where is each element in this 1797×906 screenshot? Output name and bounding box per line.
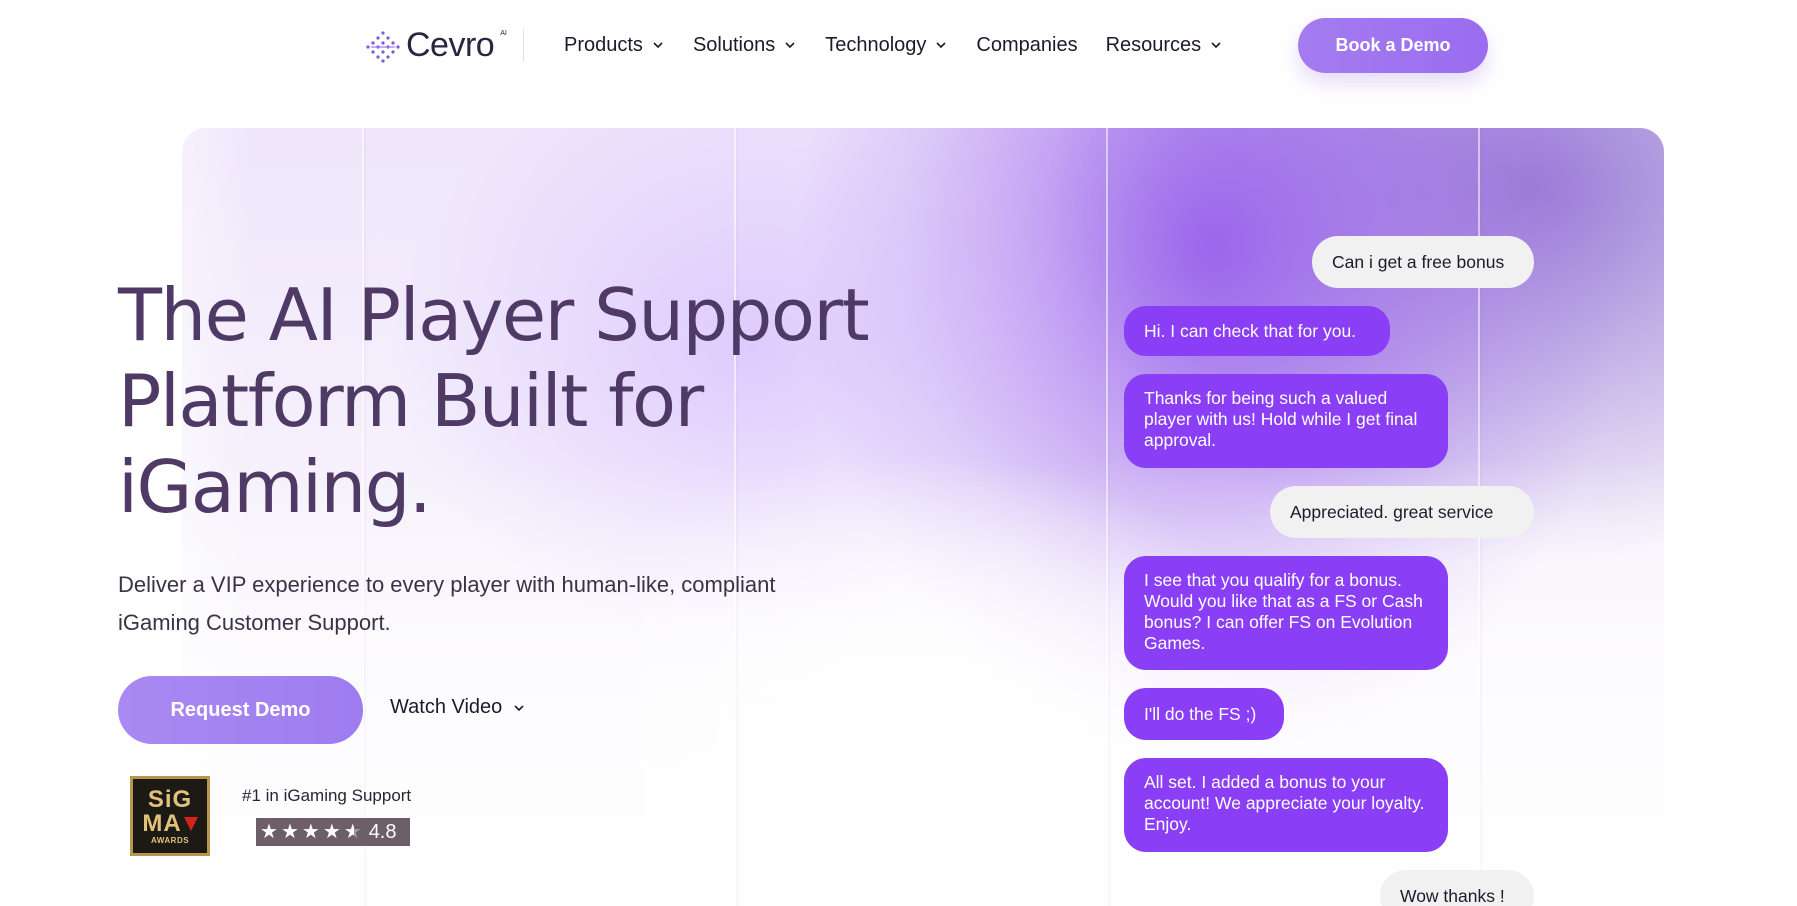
nav-item-solutions[interactable]: Solutions [693, 30, 797, 60]
book-demo-button[interactable]: Book a Demo [1298, 18, 1488, 73]
award-text: AWARDS [150, 835, 190, 845]
chevron-down-icon [514, 704, 524, 711]
nav-divider [523, 28, 524, 62]
award-text: MA [142, 809, 198, 837]
headline-line: Platform Built for [118, 359, 704, 443]
star-icon: ★ [301, 821, 320, 843]
logo-text: Cevro [406, 26, 495, 64]
star-icon: ★ [322, 821, 341, 843]
award-text-ma: MA [142, 809, 182, 837]
headline-line: The AI Player Support [118, 273, 870, 357]
award-red-mark [183, 817, 198, 832]
chat-bubble-user: Wow thanks ! [1380, 870, 1534, 906]
star-icon: ★ [260, 821, 278, 843]
hero-headline: The AI Player Support Platform Built for… [118, 272, 878, 530]
nav-item-companies[interactable]: Companies [976, 30, 1077, 60]
watch-video-button[interactable]: Watch Video [390, 696, 526, 719]
half-star-icon: ★ [343, 821, 362, 843]
chat-bubble-bot: I see that you qualify for a bonus. Woul… [1124, 556, 1448, 670]
top-nav: Cevro AI Products Solutions Technology C… [0, 0, 1797, 90]
nav-item-products[interactable]: Products [564, 30, 665, 60]
watch-video-label: Watch Video [390, 696, 503, 718]
hero-subtext: Deliver a VIP experience to every player… [118, 566, 858, 642]
award-rank-text: #1 in iGaming Support [242, 786, 412, 805]
chevron-down-icon [653, 42, 663, 49]
nav-item-technology[interactable]: Technology [825, 30, 948, 60]
rating-value: 4.8 [368, 820, 397, 843]
award-text: SiG [147, 785, 193, 813]
chevron-down-icon [936, 42, 946, 49]
chat-bubble-bot: Thanks for being such a valued player wi… [1124, 374, 1448, 468]
nav-item-resources[interactable]: Resources [1106, 30, 1224, 60]
sigma-awards-logo: SiG MA AWARDS [130, 776, 210, 856]
subtext-line: iGaming Customer Support. [118, 610, 391, 635]
chat-bubble-user: Appreciated. great service [1270, 486, 1534, 538]
chat-bubble-bot: All set. I added a bonus to your account… [1124, 758, 1448, 852]
chevron-down-icon [1211, 42, 1221, 49]
star-icon: ★ [280, 821, 299, 843]
chat-bubble-bot: Hi. I can check that for you. [1124, 306, 1390, 356]
logo-trademark: AI [500, 30, 507, 37]
cevro-logo-icon [366, 30, 400, 63]
chat-bubble-bot: I'll do the FS ;) [1124, 688, 1284, 740]
subtext-line: Deliver a VIP experience to every player… [118, 572, 776, 597]
nav-item-label: Solutions [692, 33, 776, 56]
nav-item-label: Resources [1105, 33, 1202, 56]
nav-item-label: Technology [825, 33, 927, 56]
nav-menu: Products Solutions Technology Companies … [564, 30, 1251, 60]
rating-badge: ★ ★ ★ ★ ★ 4.8 [256, 818, 410, 846]
cevro-logo[interactable]: Cevro AI [366, 26, 507, 65]
chevron-down-icon [785, 42, 795, 49]
nav-item-label: Products [564, 33, 643, 56]
glass-column-divider [1106, 128, 1108, 906]
chat-bubble-user: Can i get a free bonus [1312, 236, 1534, 288]
nav-item-label: Companies [976, 33, 1078, 56]
headline-line: iGaming. [118, 445, 432, 529]
request-demo-button[interactable]: Request Demo [118, 676, 363, 744]
